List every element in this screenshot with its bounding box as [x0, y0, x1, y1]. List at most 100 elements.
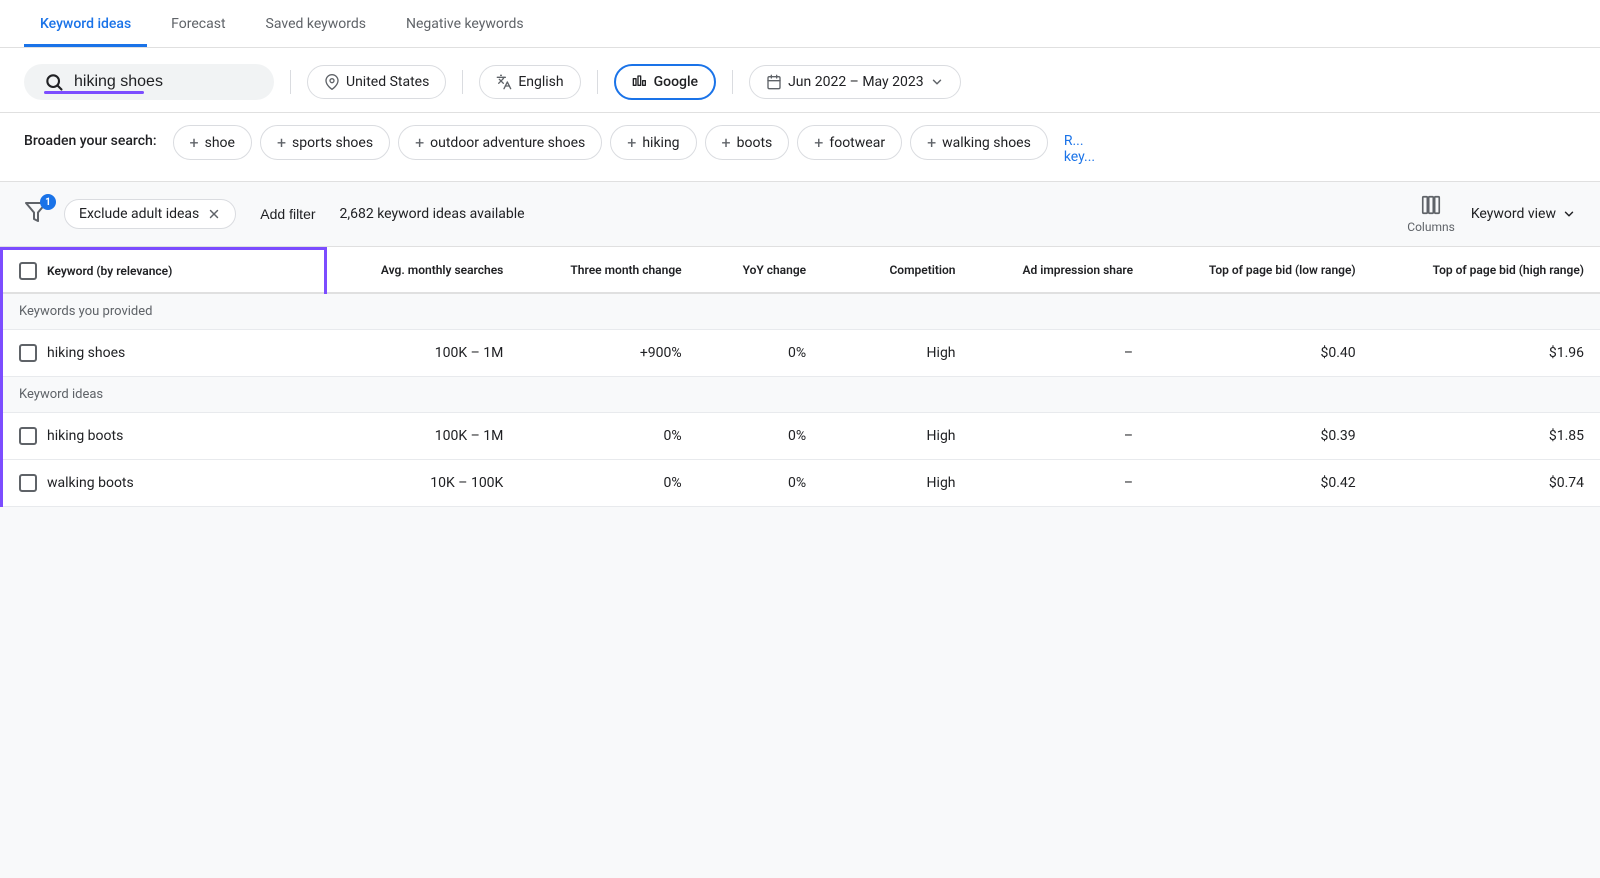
- filter-bar-right: Columns Keyword view: [1407, 194, 1576, 234]
- language-filter[interactable]: English: [479, 65, 580, 99]
- plus-icon-hiking: +: [627, 133, 636, 152]
- table-row-hiking-shoes: hiking shoes 100K – 1M +900% 0% High – $…: [2, 330, 1600, 377]
- search-underline: [44, 91, 144, 94]
- location-icon: [324, 74, 340, 90]
- section-label-provided: Keywords you provided: [2, 293, 326, 330]
- search-bar-area: United States English Google: [0, 48, 1600, 113]
- three-month-hiking-boots: 0%: [519, 413, 697, 460]
- broaden-pill-label-walking-shoes: walking shoes: [942, 135, 1031, 151]
- three-month-hiking-shoes: +900%: [519, 330, 697, 377]
- table-row-walking-boots: walking boots 10K – 100K 0% 0% High – $0…: [2, 460, 1600, 507]
- broaden-pill-walking-shoes[interactable]: + walking shoes: [910, 125, 1048, 160]
- yoy-hiking-boots: 0%: [698, 413, 823, 460]
- separator-3: [597, 70, 598, 94]
- keyword-count: 2,682 keyword ideas available: [340, 206, 525, 222]
- network-filter[interactable]: Google: [614, 64, 716, 100]
- keyword-label-hiking-boots: hiking boots: [47, 428, 123, 444]
- plus-icon-outdoor: +: [415, 133, 424, 152]
- broaden-pill-label-footwear: footwear: [829, 135, 885, 151]
- checkbox-hiking-boots[interactable]: [19, 427, 37, 445]
- network-label: Google: [654, 74, 698, 90]
- bid-low-walking-boots: $0.42: [1149, 460, 1372, 507]
- broaden-pill-label-shoe: shoe: [205, 135, 235, 151]
- broaden-pill-label-boots: boots: [737, 135, 773, 151]
- col-header-competition: Competition: [822, 249, 971, 294]
- date-range-filter[interactable]: Jun 2022 – May 2023: [749, 65, 961, 99]
- avg-monthly-hiking-shoes: 100K – 1M: [325, 330, 519, 377]
- keyword-label-walking-boots: walking boots: [47, 475, 134, 491]
- checkbox-hiking-shoes[interactable]: [19, 344, 37, 362]
- tab-forecast[interactable]: Forecast: [155, 0, 241, 47]
- broaden-pills-container: + shoe + sports shoes + outdoor adventur…: [173, 125, 1048, 160]
- select-all-checkbox[interactable]: [19, 262, 37, 280]
- broaden-pill-hiking[interactable]: + hiking: [610, 125, 696, 160]
- location-filter[interactable]: United States: [307, 65, 446, 99]
- col-header-bid-low: Top of page bid (low range): [1149, 249, 1372, 294]
- section-row-ideas: Keyword ideas: [2, 377, 1600, 413]
- bid-low-hiking-boots: $0.39: [1149, 413, 1372, 460]
- broaden-pill-footwear[interactable]: + footwear: [797, 125, 902, 160]
- col-header-yoy: YoY change: [698, 249, 823, 294]
- language-icon: [496, 74, 512, 90]
- col-header-bid-high: Top of page bid (high range): [1372, 249, 1600, 294]
- tab-keyword-ideas[interactable]: Keyword ideas: [24, 0, 147, 47]
- avg-monthly-hiking-boots: 100K – 1M: [325, 413, 519, 460]
- broaden-pill-label-sports-shoes: sports shoes: [292, 135, 373, 151]
- competition-walking-boots: High: [822, 460, 971, 507]
- bid-low-hiking-shoes: $0.40: [1149, 330, 1372, 377]
- filter-button[interactable]: 1: [24, 200, 48, 228]
- plus-icon-walking-shoes: +: [927, 133, 936, 152]
- table-row-hiking-boots: hiking boots 100K – 1M 0% 0% High – $0.3…: [2, 413, 1600, 460]
- broaden-search-area: Broaden your search: + shoe + sports sho…: [0, 113, 1600, 182]
- tab-saved-keywords[interactable]: Saved keywords: [250, 0, 382, 47]
- search-input[interactable]: [74, 73, 254, 91]
- close-icon[interactable]: [207, 207, 221, 221]
- col-header-ad-impression: Ad impression share: [972, 249, 1150, 294]
- keyword-cell-walking-boots: walking boots: [2, 460, 326, 507]
- section-label-ideas: Keyword ideas: [2, 377, 326, 413]
- checkbox-walking-boots[interactable]: [19, 474, 37, 492]
- search-icon: [44, 72, 64, 92]
- keyword-label-hiking-shoes: hiking shoes: [47, 345, 125, 361]
- top-navigation: Keyword ideas Forecast Saved keywords Ne…: [0, 0, 1600, 48]
- col-header-three-month: Three month change: [519, 249, 697, 294]
- yoy-walking-boots: 0%: [698, 460, 823, 507]
- date-range-label: Jun 2022 – May 2023: [788, 74, 924, 90]
- yoy-hiking-shoes: 0%: [698, 330, 823, 377]
- location-label: United States: [346, 74, 429, 90]
- broaden-pill-outdoor[interactable]: + outdoor adventure shoes: [398, 125, 602, 160]
- broaden-more-link[interactable]: R...key...: [1064, 125, 1095, 165]
- keyword-table-container: Keyword (by relevance) Avg. monthly sear…: [0, 247, 1600, 507]
- broaden-pill-sports-shoes[interactable]: + sports shoes: [260, 125, 390, 160]
- ad-impression-hiking-boots: –: [972, 413, 1150, 460]
- broaden-pill-boots[interactable]: + boots: [705, 125, 790, 160]
- avg-monthly-walking-boots: 10K – 100K: [325, 460, 519, 507]
- keyword-table: Keyword (by relevance) Avg. monthly sear…: [0, 247, 1600, 507]
- separator-1: [290, 70, 291, 94]
- network-icon: [632, 74, 648, 90]
- section-row-provided: Keywords you provided: [2, 293, 1600, 330]
- keyword-cell-hiking-boots: hiking boots: [2, 413, 326, 460]
- filter-bar: 1 Exclude adult ideas Add filter 2,682 k…: [0, 182, 1600, 247]
- bid-high-walking-boots: $0.74: [1372, 460, 1600, 507]
- col-header-keyword: Keyword (by relevance): [2, 249, 326, 294]
- columns-button[interactable]: Columns: [1407, 194, 1455, 234]
- add-filter-button[interactable]: Add filter: [252, 200, 323, 228]
- columns-label: Columns: [1407, 220, 1455, 234]
- exclude-adult-ideas-pill[interactable]: Exclude adult ideas: [64, 199, 236, 229]
- plus-icon-shoe: +: [190, 133, 199, 152]
- ad-impression-walking-boots: –: [972, 460, 1150, 507]
- broaden-pill-shoe[interactable]: + shoe: [173, 125, 252, 160]
- broaden-label: Broaden your search:: [24, 125, 157, 149]
- competition-hiking-boots: High: [822, 413, 971, 460]
- tab-negative-keywords[interactable]: Negative keywords: [390, 0, 540, 47]
- separator-2: [462, 70, 463, 94]
- three-month-walking-boots: 0%: [519, 460, 697, 507]
- exclude-pill-label: Exclude adult ideas: [79, 206, 199, 222]
- filter-badge: 1: [40, 194, 56, 210]
- calendar-icon: [766, 74, 782, 90]
- search-input-wrapper[interactable]: [24, 64, 274, 100]
- competition-hiking-shoes: High: [822, 330, 971, 377]
- col-header-keyword-label: Keyword (by relevance): [47, 263, 172, 280]
- keyword-view-button[interactable]: Keyword view: [1471, 206, 1576, 222]
